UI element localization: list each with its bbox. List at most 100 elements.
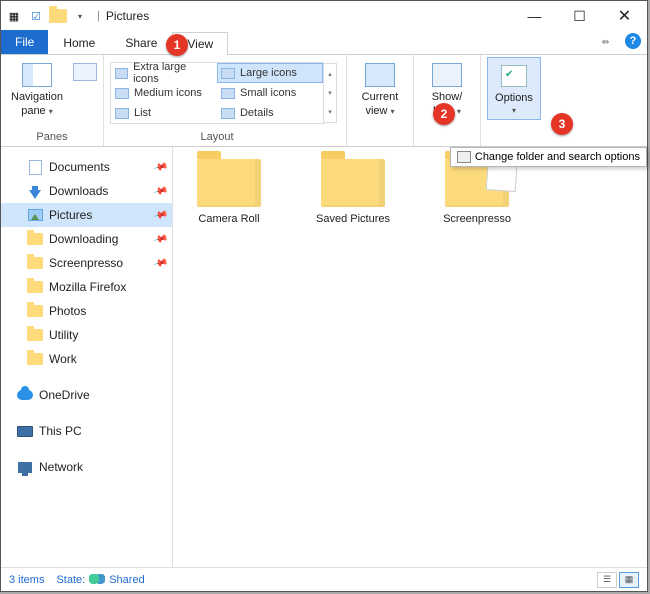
current-view-icon — [365, 63, 395, 87]
layout-group-label: Layout — [110, 129, 324, 146]
list-icon — [115, 108, 129, 119]
options-label: Options — [495, 92, 533, 104]
minimize-ribbon-icon[interactable]: ⇴ — [601, 37, 617, 45]
sidebar-label: Screenpresso — [49, 256, 123, 270]
layout-medium-icons[interactable]: Medium icons — [111, 83, 217, 103]
folder-camera-roll[interactable]: Camera Roll — [183, 159, 275, 225]
file-content-area[interactable]: Camera Roll Saved Pictures Screenpresso — [173, 147, 647, 567]
layout-list[interactable]: List — [111, 103, 217, 123]
medium-icons-icon — [115, 88, 129, 99]
folder-screenpresso[interactable]: Screenpresso — [431, 159, 523, 225]
network-icon — [17, 460, 33, 474]
sidebar-label: This PC — [39, 424, 82, 438]
folder-label: Screenpresso — [443, 213, 511, 225]
pin-icon: 📌 — [152, 231, 168, 247]
sidebar-item-utility[interactable]: Utility — [1, 323, 172, 347]
preview-pane-button[interactable] — [73, 63, 97, 81]
ribbon-group-layout: Extra large icons Large icons Medium ico… — [104, 55, 347, 146]
ribbon-group-show-hide: Show/ hide ▾ — [414, 55, 481, 146]
downloads-icon — [27, 184, 43, 198]
options-chevron-icon[interactable]: ▾ — [512, 106, 516, 115]
sidebar-item-onedrive[interactable]: OneDrive — [1, 383, 172, 407]
current-view-button[interactable]: Current view ▾ — [353, 57, 407, 121]
onedrive-icon — [17, 388, 33, 402]
icons-view-toggle[interactable]: ▦ — [619, 572, 639, 588]
folder-saved-pictures[interactable]: Saved Pictures — [307, 159, 399, 225]
layout-details[interactable]: Details — [217, 103, 323, 123]
ribbon-group-options: ✔ Options ▾ — [481, 55, 547, 146]
minimize-button[interactable]: — — [512, 1, 557, 31]
maximize-button[interactable]: ☐ — [557, 1, 602, 31]
sidebar-item-downloading[interactable]: Downloading 📌 — [1, 227, 172, 251]
layout-extra-large-icons[interactable]: Extra large icons — [111, 63, 217, 83]
sidebar-item-downloads[interactable]: Downloads 📌 — [1, 179, 172, 203]
sidebar-item-mozilla-firefox[interactable]: Mozilla Firefox — [1, 275, 172, 299]
sidebar-item-work[interactable]: Work — [1, 347, 172, 371]
sidebar-label: Utility — [49, 328, 78, 342]
scroll-up-icon[interactable]: ▴ — [324, 64, 336, 83]
show-hide-group-label — [420, 129, 474, 146]
sidebar-label: Downloads — [49, 184, 108, 198]
tab-home[interactable]: Home — [48, 31, 110, 54]
explorer-body: Documents📌 Downloads 📌 Pictures📌 Download… — [1, 147, 647, 567]
panes-group-label: Panes — [7, 129, 97, 146]
checkbox-icon[interactable]: ☑ — [27, 7, 45, 25]
scroll-down-icon[interactable]: ▾ — [324, 83, 336, 102]
nav-pane-label1: Navigation — [11, 91, 63, 103]
tooltip-text: Change folder and search options — [475, 151, 640, 163]
title-bar: ▦ ☑ ▾ | Pictures — ☐ ✕ — [1, 1, 647, 31]
nav-pane-label2: pane ▾ — [21, 105, 53, 117]
folder-label: Saved Pictures — [316, 213, 390, 225]
documents-icon — [27, 160, 43, 174]
title-separator: | — [93, 10, 104, 22]
small-icons-icon — [221, 88, 235, 99]
navigation-sidebar: Documents📌 Downloads 📌 Pictures📌 Download… — [1, 147, 173, 567]
close-button[interactable]: ✕ — [602, 1, 647, 31]
show-hide-label1: Show/ — [432, 91, 463, 103]
folder-icon — [27, 328, 43, 342]
annotation-badge-3: 3 — [551, 113, 573, 135]
pin-icon: 📌 — [152, 159, 168, 175]
help-icon[interactable]: ? — [625, 33, 641, 49]
ribbon-group-current-view: Current view ▾ — [347, 55, 414, 146]
navigation-pane-icon — [22, 63, 52, 87]
layout-gallery[interactable]: Extra large icons Large icons Medium ico… — [110, 62, 324, 124]
folder-icon — [27, 232, 43, 246]
tooltip-icon — [457, 151, 471, 163]
status-state: State: Shared — [56, 574, 144, 586]
folder-icon — [321, 159, 385, 207]
sidebar-item-photos[interactable]: Photos — [1, 299, 172, 323]
pictures-icon — [27, 208, 43, 222]
quick-access-toolbar: ▦ ☑ ▾ — [1, 7, 93, 25]
layout-large-icons[interactable]: Large icons — [217, 63, 323, 83]
properties-icon[interactable]: ▦ — [5, 7, 23, 25]
layout-small-icons[interactable]: Small icons — [217, 83, 323, 103]
sidebar-item-documents[interactable]: Documents📌 — [1, 155, 172, 179]
details-view-toggle[interactable]: ☰ — [597, 572, 617, 588]
scroll-more-icon[interactable]: ▾ — [324, 103, 336, 122]
pin-icon: 📌 — [152, 207, 168, 223]
options-button[interactable]: ✔ Options ▾ — [487, 57, 541, 120]
layout-scroll[interactable]: ▴ ▾ ▾ — [324, 63, 337, 123]
annotation-badge-1: 1 — [166, 34, 188, 56]
sidebar-item-screenpresso[interactable]: Screenpresso 📌 — [1, 251, 172, 275]
options-group-label — [487, 129, 541, 146]
folder-icon — [27, 256, 43, 270]
pin-icon: 📌 — [152, 183, 168, 199]
folder-icon — [27, 304, 43, 318]
item-count: 3 items — [9, 574, 44, 586]
sidebar-label: Downloading — [49, 232, 118, 246]
navigation-pane-button[interactable]: Navigation pane ▾ — [7, 57, 67, 121]
ribbon-group-panes: Navigation pane ▾ Panes — [1, 55, 104, 146]
folder-label: Camera Roll — [198, 213, 259, 225]
pin-icon: 📌 — [152, 255, 168, 271]
sidebar-label: Network — [39, 460, 83, 474]
tab-file[interactable]: File — [1, 30, 48, 54]
this-pc-icon — [17, 424, 33, 438]
sidebar-item-this-pc[interactable]: This PC — [1, 419, 172, 443]
tab-share[interactable]: Share — [110, 31, 172, 54]
qat-dropdown-icon[interactable]: ▾ — [71, 7, 89, 25]
sidebar-item-pictures[interactable]: Pictures📌 — [1, 203, 172, 227]
sidebar-item-network[interactable]: Network — [1, 455, 172, 479]
sidebar-label: OneDrive — [39, 388, 90, 402]
